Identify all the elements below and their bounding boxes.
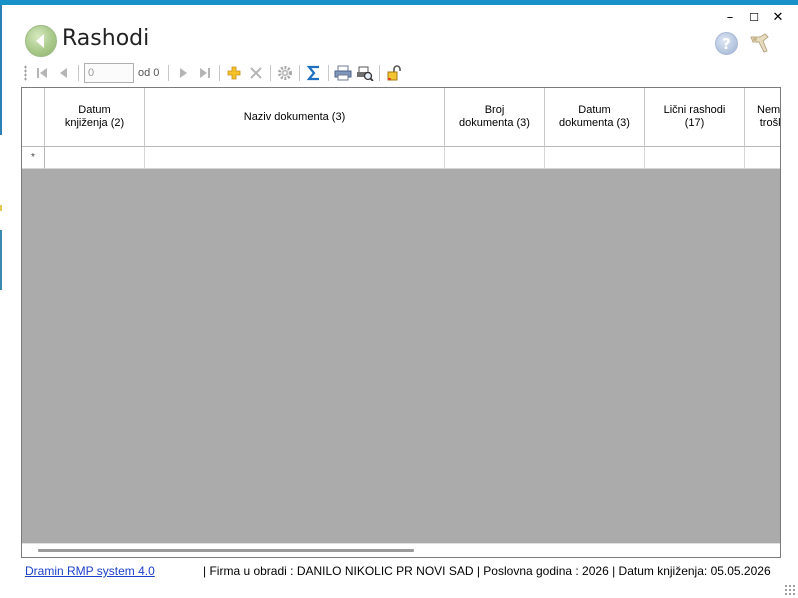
- grid-cell[interactable]: [645, 147, 745, 169]
- print-preview-button[interactable]: [354, 62, 376, 84]
- minimize-button[interactable]: –: [718, 8, 742, 26]
- grid-cell[interactable]: [745, 147, 780, 169]
- print-preview-icon: [357, 66, 375, 81]
- previous-record-icon: [60, 68, 67, 78]
- toolbar-separator: [168, 65, 170, 81]
- maximize-icon: ☐: [749, 10, 759, 24]
- settings-button[interactable]: [274, 62, 296, 84]
- background-window-edge: [0, 205, 2, 211]
- grid-cell[interactable]: [45, 147, 145, 169]
- delete-icon: [250, 67, 263, 79]
- add-record-button[interactable]: [223, 62, 245, 84]
- gear-icon: [278, 66, 293, 80]
- window-controls: – ☐ ✕: [718, 8, 790, 26]
- scrollbar-thumb[interactable]: [38, 549, 414, 552]
- unlock-icon: [387, 65, 402, 81]
- first-record-button[interactable]: [31, 62, 53, 84]
- new-row-marker: *: [22, 147, 45, 169]
- navigation-toolbar: od 0: [22, 61, 779, 85]
- toolbar-separator: [328, 65, 330, 81]
- maximize-button[interactable]: ☐: [742, 8, 766, 26]
- toolbar-separator: [299, 65, 301, 81]
- next-record-button[interactable]: [172, 62, 194, 84]
- grid-header-row: Datum knjiženja (2) Naziv dokumenta (3) …: [22, 88, 780, 147]
- tools-icon[interactable]: [747, 31, 773, 55]
- column-header-datum-knjizenja[interactable]: Datum knjiženja (2): [45, 88, 145, 146]
- grid-cell[interactable]: [145, 147, 445, 169]
- printer-icon: [334, 65, 352, 81]
- page-title: Rashodi: [62, 26, 150, 51]
- column-header-datum-dokumenta[interactable]: Datum dokumenta (3): [545, 88, 645, 146]
- print-button[interactable]: [332, 62, 354, 84]
- toolbar-separator: [270, 65, 272, 81]
- toolbar-separator: [219, 65, 221, 81]
- last-record-button[interactable]: [194, 62, 216, 84]
- previous-record-button[interactable]: [53, 62, 75, 84]
- row-header-corner[interactable]: [22, 88, 45, 146]
- column-header-naziv-dokumenta[interactable]: Naziv dokumenta (3): [145, 88, 445, 146]
- grid-cell[interactable]: [445, 147, 545, 169]
- horizontal-scrollbar[interactable]: [22, 543, 780, 557]
- window-top-accent-bar: [0, 0, 798, 5]
- resize-grip[interactable]: [784, 584, 796, 596]
- toolbar-grip[interactable]: [24, 65, 27, 81]
- plus-icon: [228, 66, 241, 80]
- last-record-icon: [200, 68, 211, 78]
- status-bar: Dramin RMP system 4.0 | Firma u obradi :…: [21, 561, 781, 581]
- sigma-icon: [307, 65, 320, 81]
- background-window-edge: [0, 230, 2, 290]
- unlock-button[interactable]: [383, 62, 405, 84]
- delete-record-button[interactable]: [245, 62, 267, 84]
- grid-cell[interactable]: [545, 147, 645, 169]
- close-button[interactable]: ✕: [766, 8, 790, 26]
- record-position-input[interactable]: [84, 63, 134, 83]
- toolbar-separator: [379, 65, 381, 81]
- status-info: | Firma u obradi : DANILO NIKOLIC PR NOV…: [203, 564, 771, 578]
- minimize-icon: –: [726, 9, 734, 25]
- help-icon[interactable]: ?: [715, 32, 738, 55]
- column-header-broj-dokumenta[interactable]: Broj dokumenta (3): [445, 88, 545, 146]
- first-record-icon: [37, 68, 47, 78]
- sum-button[interactable]: [303, 62, 325, 84]
- close-icon: ✕: [772, 9, 784, 25]
- background-window-edge: [0, 5, 2, 135]
- next-record-icon: [180, 68, 188, 78]
- column-header-nematerijalni-troskovi[interactable]: Nema trošk: [745, 88, 780, 146]
- record-count-label: od 0: [138, 67, 160, 79]
- new-row[interactable]: *: [22, 147, 780, 169]
- toolbar-separator: [78, 65, 79, 81]
- app-version-link[interactable]: Dramin RMP system 4.0: [21, 564, 201, 578]
- back-arrow-icon: [36, 34, 44, 48]
- column-header-licni-rashodi[interactable]: Lični rashodi (17): [645, 88, 745, 146]
- data-grid[interactable]: Datum knjiženja (2) Naziv dokumenta (3) …: [21, 87, 781, 558]
- back-button[interactable]: [25, 25, 57, 57]
